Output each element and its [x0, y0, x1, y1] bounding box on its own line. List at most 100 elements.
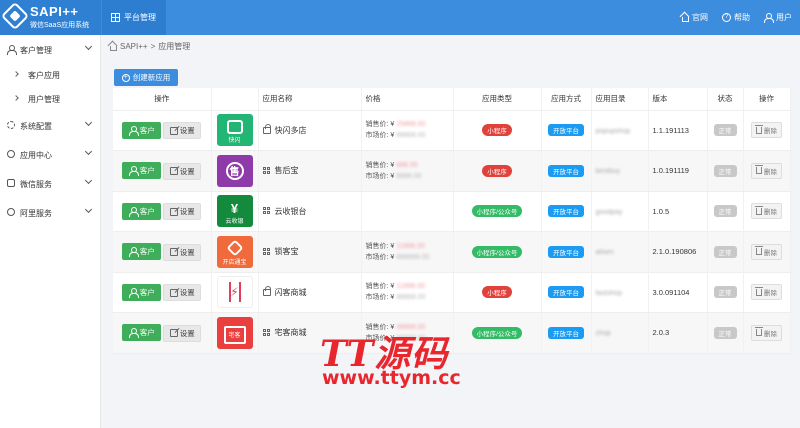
sale-price-value: 888.00 — [396, 161, 418, 169]
site-link[interactable]: 官网 — [680, 12, 708, 23]
settings-button[interactable]: 设置 — [163, 122, 202, 139]
status-badge[interactable]: 正常 — [713, 286, 737, 299]
chevron-down-icon — [84, 118, 93, 127]
delete-label: 删除 — [764, 128, 777, 136]
status-badge[interactable]: 正常 — [713, 245, 737, 258]
grid-icon — [262, 328, 271, 337]
breadcrumb-separator: > — [150, 42, 156, 51]
customer-button[interactable]: 客户 — [122, 283, 162, 301]
sidebar-item-system-config[interactable]: 系统配置 — [0, 117, 101, 133]
delete-button[interactable]: 删除 — [751, 243, 782, 260]
yuan-icon: ¥ — [230, 200, 239, 216]
sale-price-label: 销售价: ¥ — [365, 161, 395, 169]
col-header-price: 价格 — [361, 88, 454, 111]
settings-button[interactable]: 设置 — [163, 324, 202, 342]
chevron-down-icon — [84, 205, 93, 214]
app-name[interactable]: 锁客宝 — [275, 246, 299, 257]
user-icon — [128, 247, 139, 257]
app-icon-cashier: ¥ 云收银 — [216, 195, 253, 228]
market-price-value: 88888.00 — [396, 294, 426, 302]
settings-button[interactable]: 设置 — [163, 162, 202, 180]
sidebar-item-label: 客户应用 — [28, 71, 60, 80]
app-mode-badge: 开放平台 — [548, 164, 584, 177]
delete-label: 删除 — [764, 249, 777, 257]
customer-button[interactable]: 客户 — [122, 202, 162, 220]
status-badge[interactable]: 正常 — [713, 205, 737, 218]
settings-button[interactable]: 设置 — [163, 243, 202, 261]
customer-label: 客户 — [139, 287, 155, 297]
sidebar-item-user-management[interactable]: 用户管理 — [0, 91, 101, 107]
delete-button[interactable]: 删除 — [751, 324, 782, 341]
edit-icon — [169, 248, 178, 256]
app-name[interactable]: 快闪多店 — [275, 125, 307, 136]
app-version: 1.0.191119 — [652, 166, 689, 176]
sidebar-item-customer-apps[interactable]: 客户应用 — [0, 67, 101, 83]
delete-button[interactable]: 删除 — [751, 284, 782, 301]
app-name[interactable]: 闪客商城 — [275, 287, 307, 298]
user-icon — [128, 166, 139, 176]
market-price-value: 888888.00 — [396, 253, 430, 261]
customer-label: 客户 — [139, 247, 155, 256]
sale-price-label: 销售价: ¥ — [365, 121, 395, 129]
sidebar-item-customer-management[interactable]: 客户管理 — [0, 41, 101, 57]
app-type-badge: 小程序 — [482, 164, 512, 177]
delete-button[interactable]: 删除 — [751, 122, 782, 139]
app-mode-badge: 开放平台 — [548, 245, 584, 258]
sale-price: 销售价: ¥ 11888.00 — [366, 281, 453, 292]
user-menu[interactable]: 用户 — [764, 12, 792, 23]
settings-label: 设置 — [179, 126, 195, 135]
sidebar: 客户管理 客户应用 用户管理 系统配置 应用中心 微信服务 阿里服务 — [0, 35, 101, 428]
sidebar-item-app-center[interactable]: 应用中心 — [0, 146, 101, 162]
brand-logo[interactable]: SAPI++ 微信SaaS应用系统 — [0, 0, 101, 35]
app-icon-lockcustomer: 开店通宝 — [216, 235, 253, 268]
sale-price: 销售价: ¥ 888.00 — [366, 160, 453, 171]
breadcrumb: SAPI++ > 应用管理 — [108, 41, 190, 52]
breadcrumb-root[interactable]: SAPI++ — [120, 42, 148, 51]
status-badge[interactable]: 正常 — [713, 124, 737, 137]
app-name[interactable]: 售后宝 — [275, 165, 299, 176]
customer-button[interactable]: 客户 — [122, 121, 162, 139]
tab-platform-management[interactable]: 平台管理 — [102, 0, 166, 35]
help-link[interactable]: ? 帮助 — [722, 12, 750, 23]
shopping-bag-icon: 宅客 — [223, 325, 246, 344]
app-directory: fastshop — [595, 289, 622, 297]
col-header-icon — [211, 88, 259, 111]
watermark-url: www.ttym.cc — [322, 367, 461, 389]
col-header-mode: 应用方式 — [541, 88, 592, 111]
table-row: 客户 设置 ⚡ 闪客商城 销售价: ¥ 11888.00 市场价: ¥ 88888… — [113, 272, 791, 313]
sale-price-value: 25888.00 — [396, 121, 426, 129]
status-badge[interactable]: 正常 — [713, 326, 737, 339]
app-type-badge: 小程序 — [482, 124, 512, 137]
settings-button[interactable]: 设置 — [163, 284, 202, 301]
table-row: 客户 设置 开店通宝 锁客宝 销售价: ¥ 11888.00 市场价: ¥ 888… — [113, 231, 791, 273]
app-type-badge: 小程序 — [482, 286, 512, 299]
delete-label: 删除 — [764, 168, 777, 176]
customer-button[interactable]: 客户 — [122, 324, 162, 341]
square-icon — [7, 179, 15, 187]
sidebar-item-wechat-service[interactable]: 微信服务 — [0, 175, 101, 191]
settings-label: 设置 — [179, 288, 195, 297]
grid-icon — [262, 166, 271, 175]
customer-button[interactable]: 客户 — [122, 162, 162, 179]
app-directory: zhop — [595, 330, 611, 338]
app-mode-badge: 开放平台 — [548, 286, 584, 299]
brand-subtitle: 微信SaaS应用系统 — [30, 22, 90, 29]
sale-price: 销售价: ¥ 25888.00 — [366, 119, 453, 130]
delete-button[interactable]: 删除 — [751, 203, 782, 220]
apps-table: 操作 应用名称 价格 应用类型 应用方式 应用目录 版本 状态 操作 客户 设置 … — [113, 88, 791, 354]
app-version: 1.1.191113 — [652, 125, 689, 135]
create-app-button[interactable]: + 创建新应用 — [114, 69, 178, 86]
app-mode-badge: 开放平台 — [548, 205, 584, 218]
delete-label: 删除 — [764, 209, 777, 217]
sidebar-item-ali-service[interactable]: 阿里服务 — [0, 204, 101, 220]
top-bar: SAPI++ 微信SaaS应用系统 平台管理 官网 ? 帮助 用户 — [0, 0, 800, 35]
app-name[interactable]: 云收银台 — [275, 206, 307, 217]
customer-button[interactable]: 客户 — [122, 243, 162, 260]
status-badge[interactable]: 正常 — [713, 164, 737, 177]
customer-label: 客户 — [139, 125, 155, 135]
settings-button[interactable]: 设置 — [163, 203, 202, 220]
delete-button[interactable]: 删除 — [751, 162, 782, 179]
app-icon-flashshop: ⚡ — [216, 276, 253, 309]
customer-label: 客户 — [139, 328, 155, 337]
app-name[interactable]: 宅客商城 — [275, 327, 307, 338]
